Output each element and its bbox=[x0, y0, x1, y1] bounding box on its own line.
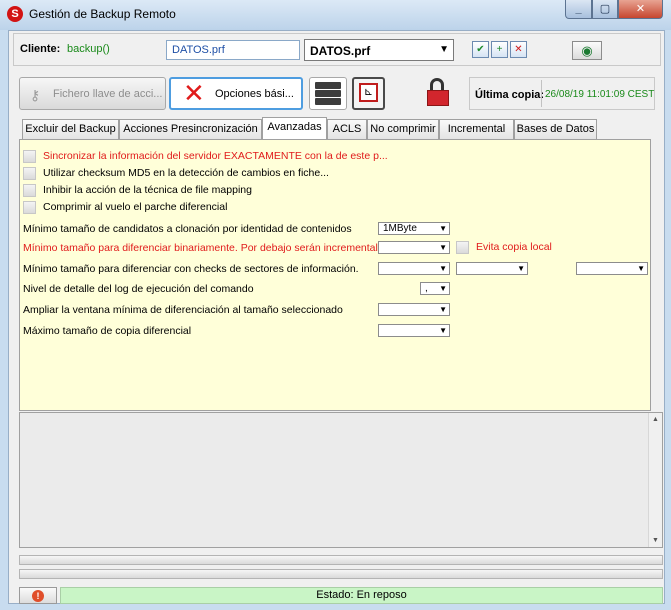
chevron-down-icon: ▼ bbox=[439, 243, 447, 252]
min-window-label: Ampliar la ventana mínima de diferenciac… bbox=[23, 304, 343, 316]
client-value: backup() bbox=[67, 43, 110, 55]
basic-options-button[interactable]: ✕ Opciones bási... bbox=[169, 77, 303, 110]
min-sectors-label: Mínimo tamaño para diferenciar con check… bbox=[23, 263, 359, 275]
server-button[interactable] bbox=[309, 77, 347, 110]
last-copy-label: Última copia: bbox=[475, 89, 545, 101]
lock-icon[interactable] bbox=[427, 78, 457, 108]
view-eye-button[interactable]: ◉ bbox=[572, 41, 602, 60]
tools-icon: ✕ bbox=[183, 78, 205, 108]
progress-bar-2 bbox=[19, 569, 663, 579]
chevron-down-icon: ▼ bbox=[439, 224, 447, 233]
basic-options-label: Opciones bási... bbox=[215, 88, 294, 100]
md5-label: Utilizar checksum MD5 en la detección de… bbox=[43, 167, 329, 179]
window-title: Gestión de Backup Remoto bbox=[29, 7, 176, 21]
new-profile-icon[interactable]: + bbox=[491, 41, 508, 58]
compress-patch-checkbox[interactable] bbox=[23, 201, 36, 214]
profile-file-field[interactable]: DATOS.prf bbox=[166, 40, 300, 60]
log-scrollbar[interactable]: ▲ ▼ bbox=[648, 413, 662, 547]
key-file-label: Fichero llave de acci... bbox=[53, 88, 163, 100]
min-sectors-select-2[interactable]: ▼ bbox=[456, 262, 528, 275]
max-diff-select[interactable]: ▼ bbox=[378, 324, 450, 337]
alert-icon: ! bbox=[32, 590, 44, 602]
tab-acciones[interactable]: Acciones Presincronización bbox=[119, 119, 262, 139]
sync-exact-label: Sincronizar la información del servidor … bbox=[43, 150, 388, 162]
last-copy-value: 26/08/19 11:01:09 CEST bbox=[545, 89, 655, 100]
chevron-down-icon: ▼ bbox=[637, 264, 645, 273]
profile-select[interactable]: DATOS.prf ▼ bbox=[304, 39, 454, 61]
close-button[interactable]: ✕ bbox=[618, 0, 663, 19]
key-file-button[interactable]: ⚷ Fichero llave de acci... bbox=[19, 77, 166, 110]
min-binary-select[interactable]: ▼ bbox=[378, 241, 450, 254]
clock-icon: ⊾ bbox=[359, 83, 378, 102]
chevron-down-icon: ▼ bbox=[439, 44, 449, 55]
key-icon: ⚷ bbox=[30, 87, 41, 103]
client-panel: Cliente: backup() DATOS.prf DATOS.prf ▼ … bbox=[13, 33, 661, 66]
file-mapping-label: Inhibir la acción de la técnica de file … bbox=[43, 184, 252, 196]
tab-no-comprimir[interactable]: No comprimir bbox=[367, 119, 439, 139]
tab-avanzadas[interactable]: Avanzadas bbox=[262, 117, 327, 139]
chevron-down-icon: ▼ bbox=[439, 284, 447, 293]
compress-patch-label: Comprimir al vuelo el parche diferencial bbox=[43, 201, 228, 213]
md5-checkbox[interactable] bbox=[23, 167, 36, 180]
server-icon bbox=[315, 82, 341, 105]
alert-button[interactable]: ! bbox=[19, 587, 57, 604]
scroll-down-icon[interactable]: ▼ bbox=[652, 537, 659, 544]
log-level-label: Nivel de detalle del log de ejecución de… bbox=[23, 283, 254, 295]
minimize-button[interactable]: _ bbox=[565, 0, 592, 19]
min-sectors-select-3[interactable]: ▼ bbox=[576, 262, 648, 275]
accept-profile-icon[interactable]: ✔ bbox=[472, 41, 489, 58]
tab-excluir[interactable]: Excluir del Backup bbox=[22, 119, 119, 139]
min-window-select[interactable]: ▼ bbox=[378, 303, 450, 316]
avoid-local-copy-label: Evita copia local bbox=[476, 241, 552, 253]
title-bar: S Gestión de Backup Remoto _ ▢ ✕ bbox=[0, 0, 671, 30]
last-copy-panel: Última copia: 26/08/19 11:01:09 CEST bbox=[469, 77, 655, 110]
client-label: Cliente: bbox=[20, 43, 61, 55]
file-mapping-checkbox[interactable] bbox=[23, 184, 36, 197]
avoid-local-copy-checkbox[interactable] bbox=[456, 241, 469, 254]
chevron-down-icon: ▼ bbox=[439, 305, 447, 314]
tab-incremental[interactable]: Incremental bbox=[439, 119, 514, 139]
status-bar: Estado: En reposo bbox=[60, 587, 663, 604]
sync-exact-checkbox[interactable] bbox=[23, 150, 36, 163]
min-sectors-select-1[interactable]: ▼ bbox=[378, 262, 450, 275]
profile-select-value: DATOS.prf bbox=[310, 44, 371, 58]
scroll-up-icon[interactable]: ▲ bbox=[652, 416, 659, 423]
app-icon: S bbox=[7, 6, 23, 22]
min-binary-label: Mínimo tamaño para diferenciar binariame… bbox=[23, 242, 392, 254]
min-clone-select[interactable]: 1MByte ▼ bbox=[378, 222, 450, 235]
delete-profile-icon[interactable]: ✕ bbox=[510, 41, 527, 58]
max-diff-label: Máximo tamaño de copia diferencial bbox=[23, 325, 192, 337]
tab-acls[interactable]: ACLS bbox=[327, 119, 367, 139]
eye-icon: ◉ bbox=[581, 43, 593, 58]
chevron-down-icon: ▼ bbox=[517, 264, 525, 273]
min-clone-value: 1MByte bbox=[383, 223, 417, 234]
chevron-down-icon: ▼ bbox=[439, 326, 447, 335]
schedule-button[interactable]: ⊾ bbox=[352, 77, 385, 110]
chevron-down-icon: ▼ bbox=[439, 264, 447, 273]
tab-bases-de-datos[interactable]: Bases de Datos bbox=[514, 119, 597, 139]
log-level-value: , bbox=[425, 283, 428, 294]
log-area[interactable]: ▲ ▼ bbox=[19, 412, 663, 548]
min-clone-label: Mínimo tamaño de candidatos a clonación … bbox=[23, 223, 352, 235]
advanced-options-panel: Sincronizar la información del servidor … bbox=[19, 139, 651, 411]
log-level-select[interactable]: , ▼ bbox=[420, 282, 450, 295]
maximize-button[interactable]: ▢ bbox=[592, 0, 618, 19]
progress-bar-1 bbox=[19, 555, 663, 565]
main-window: Cliente: backup() DATOS.prf DATOS.prf ▼ … bbox=[8, 30, 665, 604]
